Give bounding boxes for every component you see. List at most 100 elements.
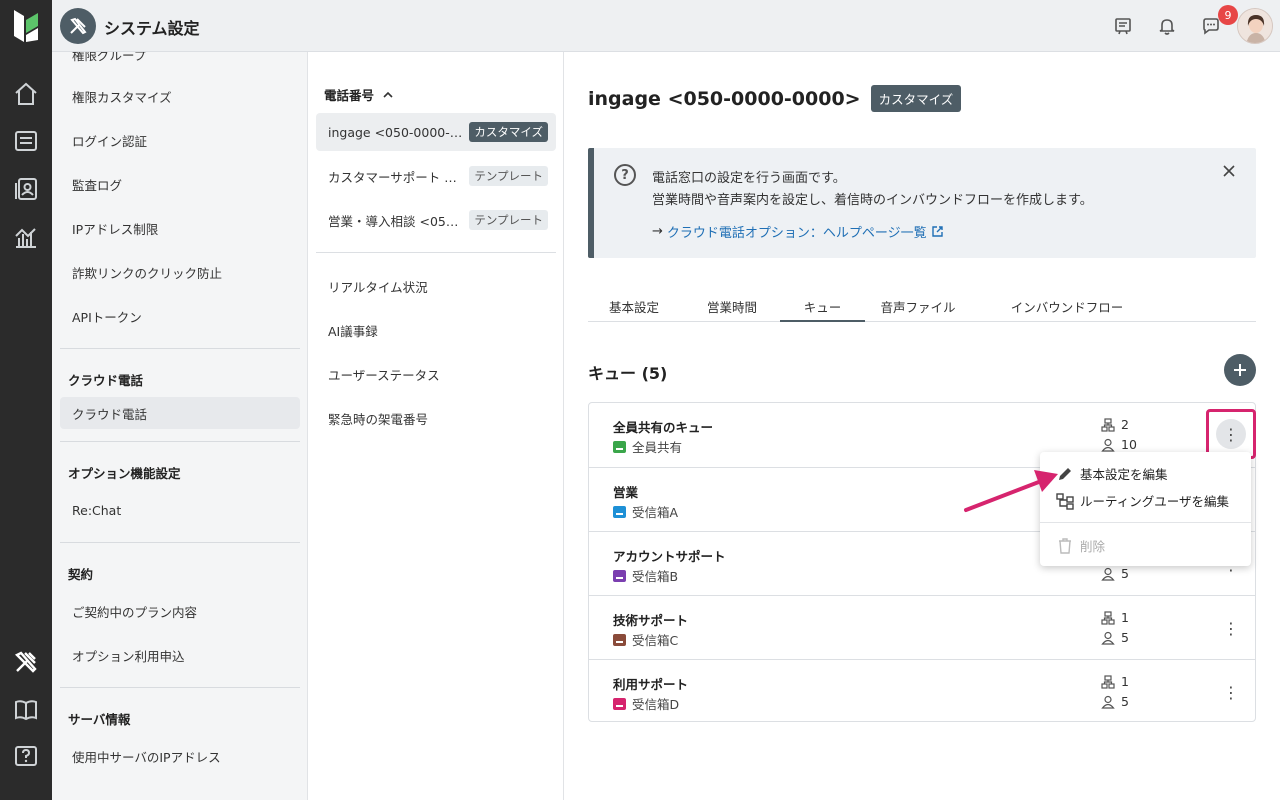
template-tag: テンプレート — [469, 166, 548, 186]
ai-minutes-link[interactable]: AI議事録 — [328, 321, 378, 340]
tab-audio-files[interactable]: 音声ファイル — [868, 297, 968, 316]
divider — [60, 542, 300, 543]
tab-queue[interactable]: キュー — [780, 297, 865, 322]
sidebar-item-rechat[interactable]: Re:Chat — [60, 494, 300, 526]
more-vertical-icon: ⋮ — [1223, 682, 1239, 702]
sidebar-item-fraud-link[interactable]: 詐欺リンクのクリック防止 — [60, 256, 300, 288]
add-queue-button[interactable] — [1224, 354, 1256, 386]
queue-inbox: 受信箱B — [613, 566, 678, 585]
help-page-link[interactable]: → クラウド電話オプション：ヘルプページ一覧 — [652, 222, 944, 241]
phone-number-label: 営業・導入相談 <050-0000-0000> — [328, 213, 470, 229]
phone-number-panel: 電話番号 ingage <050-0000-0000> カスタマイズ カスタマー… — [308, 52, 564, 800]
queue-name: 全員共有のキュー — [613, 420, 714, 435]
user-icon — [1101, 631, 1115, 645]
info-line-2: 営業時間や音声案内を設定し、着信時のインバウンドフローを作成します。 — [652, 193, 1093, 208]
divider — [60, 348, 300, 349]
queue-inbox-label: 受信箱B — [632, 569, 679, 584]
notification-badge: 9 — [1218, 5, 1238, 25]
queue-inbox: 全員共有 — [613, 437, 682, 456]
user-count: 5 — [1101, 630, 1129, 645]
edit-routing-users-item[interactable]: ルーティングユーザを編集 — [1056, 491, 1229, 510]
emergency-number-link[interactable]: 緊急時の架電番号 — [328, 409, 428, 428]
edit-basic-settings-item[interactable]: 基本設定を編集 — [1056, 464, 1168, 483]
home-icon[interactable] — [12, 80, 40, 108]
close-icon[interactable] — [1220, 162, 1238, 180]
routing-count-value: 2 — [1121, 417, 1129, 432]
queue-actions-menu: 基本設定を編集 ルーティングユーザを編集 削除 — [1040, 452, 1251, 566]
user-status-link[interactable]: ユーザーステータス — [328, 365, 440, 384]
analytics-icon[interactable] — [12, 223, 40, 251]
phone-numbers-label: 電話番号 — [324, 88, 375, 103]
queue-inbox: 受信箱A — [613, 502, 678, 521]
phone-number-item[interactable]: カスタマーサポート <050-0000-0000> テンプレート — [316, 157, 556, 195]
phone-numbers-header[interactable]: 電話番号 — [324, 85, 394, 104]
user-count-value: 5 — [1121, 630, 1129, 645]
tab-basic-settings[interactable]: 基本設定 — [588, 297, 680, 316]
inbox-icon — [613, 697, 626, 710]
inbox-icon[interactable] — [12, 127, 40, 155]
queue-row[interactable]: 利用サポート 受信箱D 1 5 ⋮ — [589, 659, 1255, 723]
queue-inbox-label: 受信箱C — [632, 633, 679, 648]
realtime-status-link[interactable]: リアルタイム状況 — [328, 277, 428, 296]
divider — [60, 687, 300, 688]
contacts-icon[interactable] — [12, 175, 40, 203]
queue-inbox: 受信箱C — [613, 630, 678, 649]
queue-more-button[interactable]: ⋮ — [1217, 614, 1245, 642]
sidebar-item-server-ip[interactable]: 使用中サーバのIPアドレス — [60, 740, 300, 772]
sidebar-item-option-apply[interactable]: オプション利用申込 — [60, 639, 300, 671]
customize-tag: カスタマイズ — [469, 122, 548, 142]
queue-more-button[interactable]: ⋮ — [1217, 678, 1245, 706]
announcement-icon[interactable] — [1111, 14, 1135, 38]
tab-inbound-flow[interactable]: インバウンドフロー — [990, 297, 1144, 316]
user-icon — [1101, 438, 1115, 452]
external-link-icon — [931, 226, 943, 237]
phone-number-label: ingage <050-0000-0000> — [328, 124, 469, 140]
inbox-icon — [613, 440, 626, 453]
phone-number-item[interactable]: 営業・導入相談 <050-0000-0000> テンプレート — [316, 201, 556, 239]
inbox-icon — [613, 633, 626, 646]
user-count-value: 5 — [1121, 566, 1129, 581]
org-tree-icon — [1101, 674, 1115, 689]
sidebar-item-login-auth[interactable]: ログイン認証 — [60, 124, 300, 156]
edit-routing-users-label: ルーティングユーザを編集 — [1080, 494, 1230, 509]
chevron-up-icon — [383, 91, 393, 98]
info-line-1: 電話窓口の設定を行う画面です。 — [652, 171, 846, 186]
section-contract: 契約 — [68, 567, 94, 582]
manual-book-icon[interactable] — [12, 696, 40, 724]
sidebar-item-plan[interactable]: ご契約中のプラン内容 — [60, 595, 300, 627]
plus-icon — [1234, 364, 1246, 376]
sidebar-item-permission-customize[interactable]: 権限カスタマイズ — [60, 80, 300, 112]
org-tree-icon — [1101, 417, 1115, 432]
settings-sidebar: 権限グループ 権限カスタマイズ ログイン認証 監査ログ IPアドレス制限 詐欺リ… — [52, 52, 308, 800]
more-vertical-icon: ⋮ — [1216, 419, 1246, 449]
number-title: ingage <050-0000-0000> カスタマイズ — [588, 85, 962, 112]
help-icon[interactable] — [12, 743, 40, 771]
queue-name: 利用サポート — [613, 677, 689, 692]
number-title-text: ingage <050-0000-0000> — [588, 87, 861, 110]
inbox-icon — [613, 505, 626, 518]
user-icon — [1101, 567, 1115, 581]
queue-name: アカウントサポート — [613, 549, 726, 564]
settings-tools-icon[interactable] — [12, 648, 40, 676]
bell-icon[interactable] — [1155, 14, 1179, 38]
routing-count: 1 — [1101, 610, 1129, 625]
divider — [60, 441, 300, 442]
sidebar-item-audit-log[interactable]: 監査ログ — [60, 168, 300, 200]
sidebar-item-ip-restriction[interactable]: IPアドレス制限 — [60, 212, 300, 244]
user-avatar[interactable] — [1237, 8, 1273, 44]
main-content: ingage <050-0000-0000> カスタマイズ ? 電話窓口の設定を… — [565, 52, 1280, 800]
sidebar-item-api-token[interactable]: APIトークン — [60, 300, 300, 332]
system-settings-icon — [60, 8, 96, 44]
queue-row[interactable]: 技術サポート 受信箱C 1 5 ⋮ — [589, 595, 1255, 659]
queue-inbox-label: 全員共有 — [632, 440, 683, 455]
user-count: 5 — [1101, 694, 1129, 709]
sidebar-item-permission-groups[interactable]: 権限グループ — [60, 52, 300, 70]
annotation-arrow-icon — [964, 470, 1058, 512]
phone-number-item[interactable]: ingage <050-0000-0000> カスタマイズ — [316, 113, 556, 151]
queue-inbox-label: 受信箱D — [632, 697, 680, 712]
app-logo[interactable] — [12, 8, 40, 44]
routing-count-value: 1 — [1121, 610, 1129, 625]
section-options: オプション機能設定 — [68, 466, 181, 481]
sidebar-item-cloud-phone[interactable]: クラウド電話 — [60, 397, 300, 429]
tab-business-hours[interactable]: 営業時間 — [684, 297, 780, 316]
